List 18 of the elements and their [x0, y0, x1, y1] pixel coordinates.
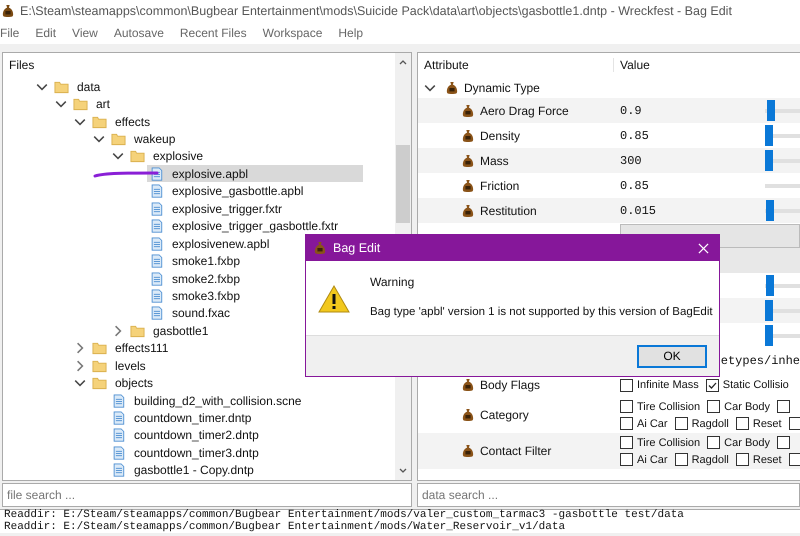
attribute-name: Aero Drag Force	[480, 104, 569, 118]
attribute-name: Restitution	[480, 204, 537, 218]
attribute-name: Friction	[480, 178, 520, 192]
log-line: Readdir: E:/Steam/steamapps/common/Bugbear Entertainment/mods/valer_custom_tarmac3 -gasbottle test/data	[4, 510, 685, 521]
column-header: Attribute	[418, 58, 614, 72]
attribute-name: Density	[480, 128, 520, 142]
attribute-name: Body Flags	[480, 378, 540, 392]
dialog-message: Bag type 'apbl' version 1 is not supported by this version of BagEdit	[370, 306, 713, 318]
attribute-name: Category	[480, 408, 529, 422]
dialog-title: Bag Edit	[333, 241, 382, 255]
dialog-heading: Warning	[370, 275, 416, 289]
window-title: E:\Steam\steamapps\common\Bugbear Entertainment\mods\Suicide Pack\data\art\objects\gasbottle1.dntp - Wreckfest - Bag Edit	[20, 4, 732, 18]
attribute-name: Contact Filter	[480, 444, 552, 458]
column-header: Value	[619, 58, 650, 72]
column-header: Files	[8, 57, 36, 74]
attribute-name: Dynamic Type	[464, 80, 540, 94]
attribute-name: Mass	[480, 154, 509, 168]
log-line: Readdir: E:/Steam/steamapps/common/Bugbear Entertainment/mods/Water_Reservoir_v1/data	[4, 522, 566, 533]
